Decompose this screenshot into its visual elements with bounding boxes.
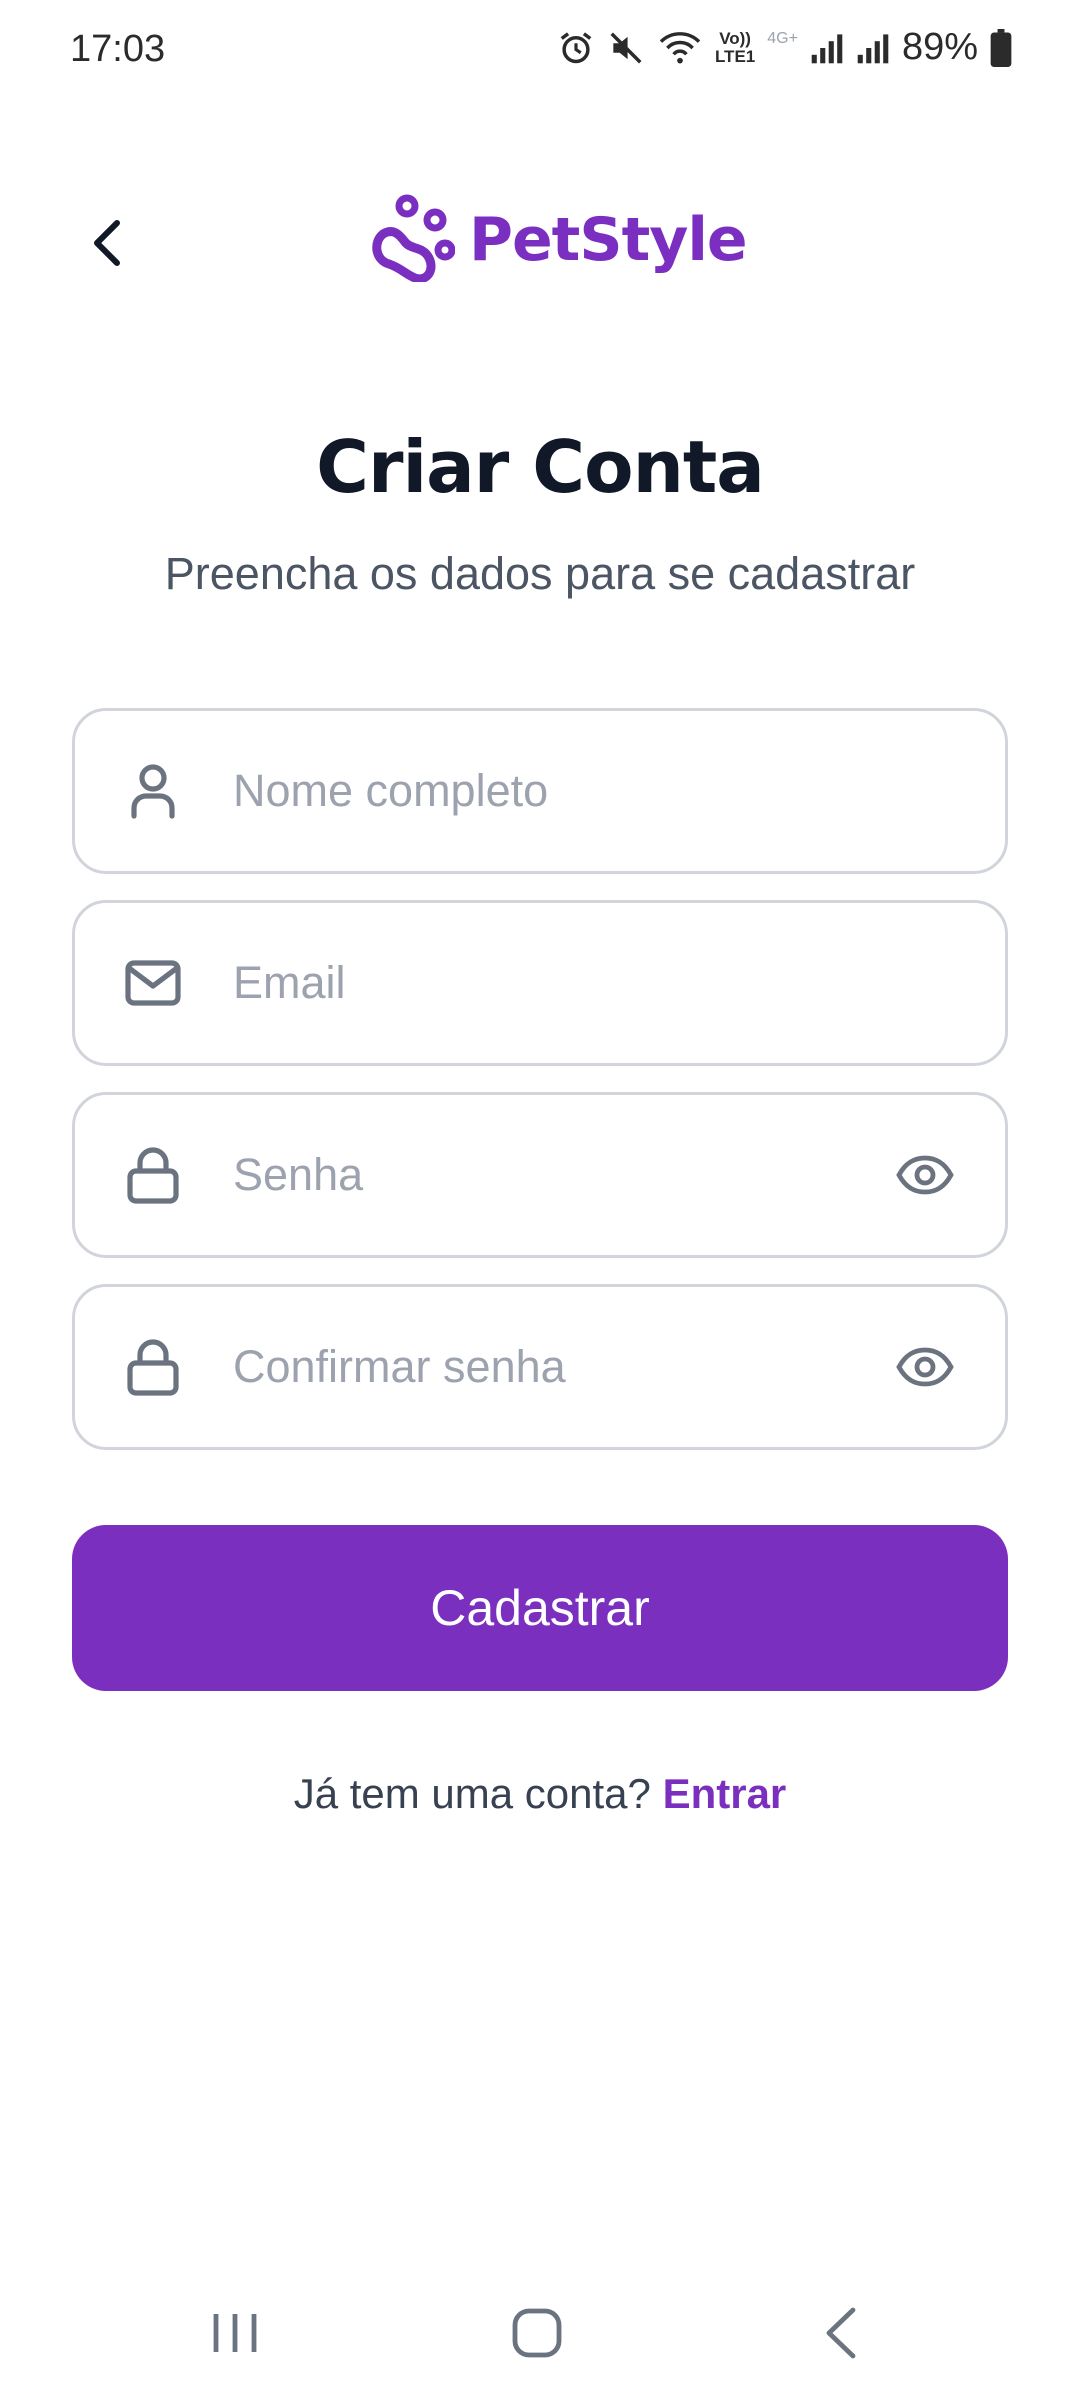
wifi-icon bbox=[657, 29, 703, 67]
header: PetStyle bbox=[0, 180, 1080, 300]
chevron-left-icon bbox=[85, 217, 129, 274]
password-input[interactable] bbox=[233, 1095, 853, 1255]
login-prompt-text: Já tem uma conta? bbox=[293, 1770, 651, 1817]
logo-text: PetStyle bbox=[469, 204, 748, 275]
system-nav-bar bbox=[0, 2270, 1080, 2400]
battery-percent: 89% bbox=[901, 26, 978, 68]
login-link[interactable]: Entrar bbox=[663, 1770, 787, 1817]
back-icon bbox=[821, 2306, 861, 2365]
signup-screen: 17:03 Vo)) LTE1 4G+ 89% PetStyle Criar C… bbox=[0, 0, 1080, 2400]
lock-icon bbox=[123, 1337, 183, 1397]
mail-icon bbox=[123, 953, 183, 1013]
page-title: Criar Conta bbox=[316, 425, 765, 509]
email-field[interactable] bbox=[72, 900, 1008, 1066]
alarm-icon bbox=[557, 29, 595, 67]
eye-icon[interactable] bbox=[893, 1143, 957, 1207]
register-button[interactable]: Cadastrar bbox=[72, 1525, 1008, 1691]
brand-logo: PetStyle bbox=[365, 192, 748, 287]
paw-icon bbox=[365, 192, 456, 287]
name-field[interactable] bbox=[72, 708, 1008, 874]
back-button[interactable] bbox=[72, 210, 142, 280]
recents-icon bbox=[210, 2308, 260, 2363]
user-icon bbox=[123, 761, 183, 821]
recents-button[interactable] bbox=[190, 2290, 280, 2380]
password-field[interactable] bbox=[72, 1092, 1008, 1258]
eye-icon[interactable] bbox=[893, 1335, 957, 1399]
volte-icon: Vo)) LTE1 bbox=[714, 28, 756, 66]
confirm-password-field[interactable] bbox=[72, 1284, 1008, 1450]
home-button[interactable] bbox=[492, 2290, 582, 2380]
email-input[interactable] bbox=[233, 903, 853, 1063]
lock-icon bbox=[123, 1145, 183, 1205]
battery-icon bbox=[990, 28, 1012, 67]
mute-icon bbox=[607, 29, 645, 67]
status-bar: 17:03 Vo)) LTE1 4G+ 89% bbox=[0, 0, 1080, 100]
status-icons: Vo)) LTE1 4G+ 89% bbox=[557, 26, 1012, 69]
login-prompt: Já tem uma conta? Entrar bbox=[0, 1770, 1080, 1818]
status-time: 17:03 bbox=[70, 28, 166, 70]
page-subtitle: Preencha os dados para se cadastrar bbox=[164, 548, 916, 599]
signal-icon bbox=[856, 31, 890, 65]
signal-icon bbox=[810, 31, 844, 65]
nav-back-button[interactable] bbox=[796, 2290, 886, 2380]
network-type-label: 4G+ bbox=[767, 30, 798, 47]
name-input[interactable] bbox=[233, 711, 853, 871]
home-icon bbox=[511, 2307, 563, 2364]
confirm-password-input[interactable] bbox=[233, 1287, 853, 1447]
